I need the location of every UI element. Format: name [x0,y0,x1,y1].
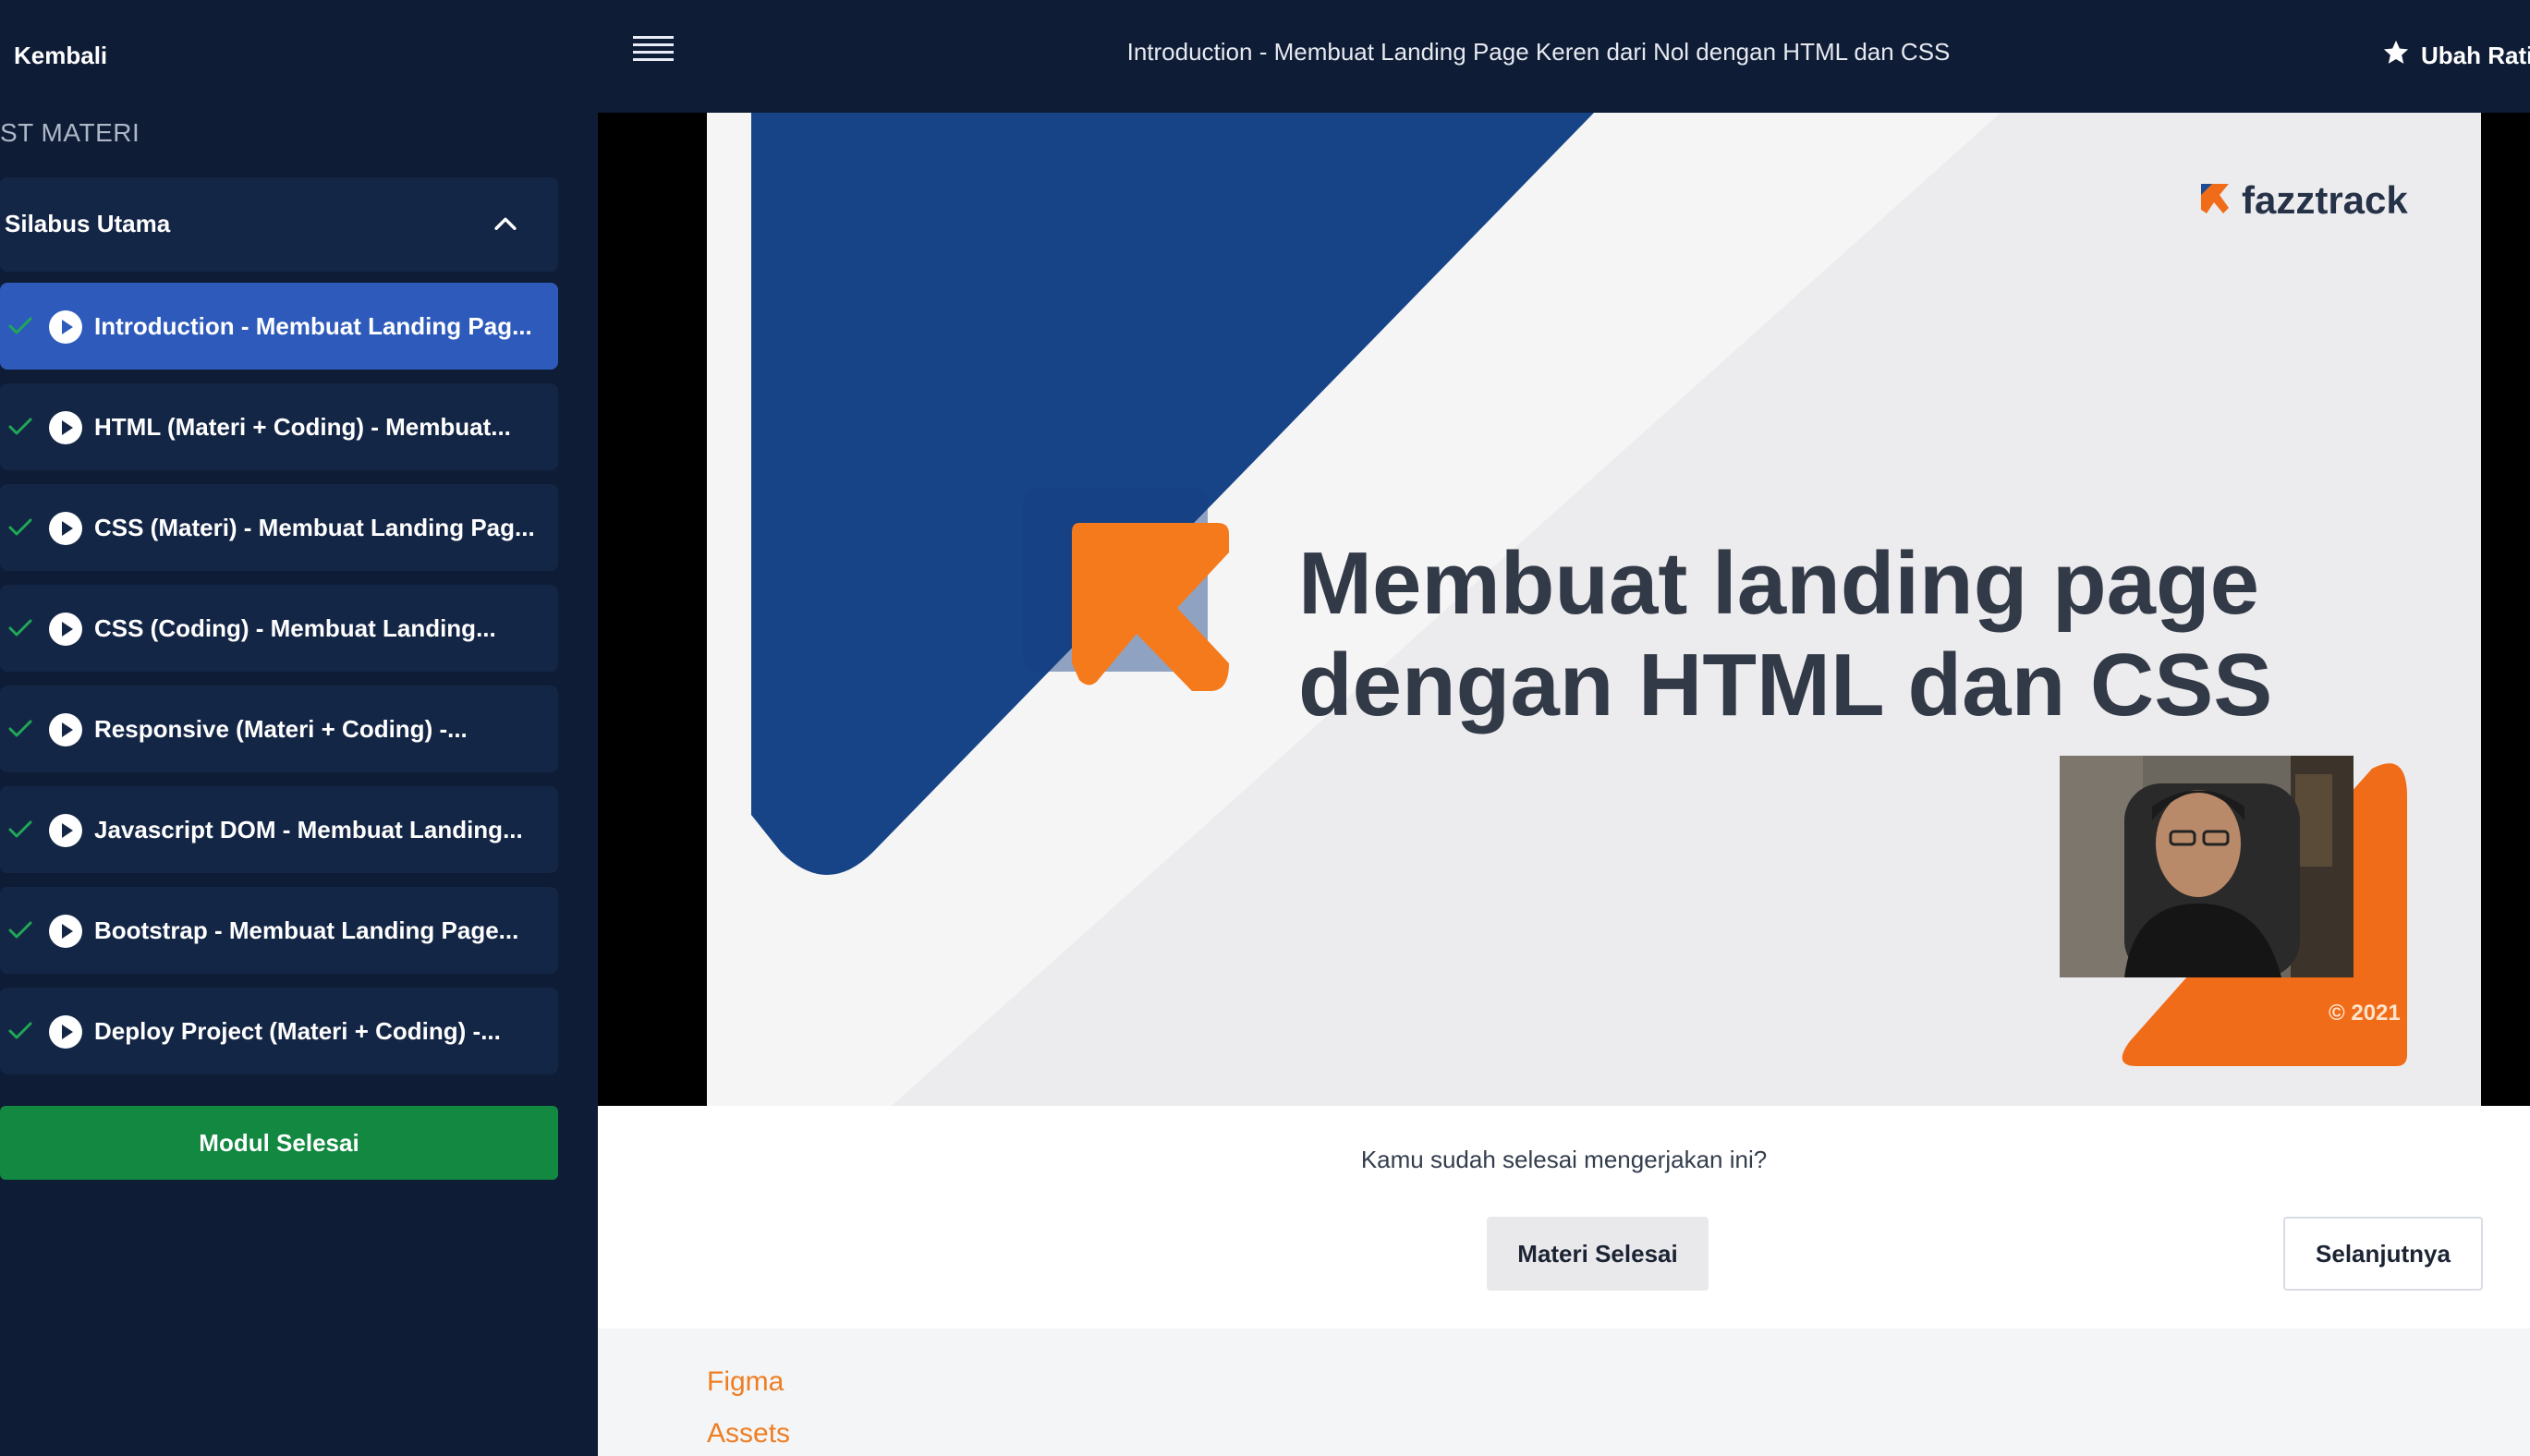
lesson-item[interactable]: HTML (Materi + Coding) - Membuat... [0,383,558,470]
module-complete-button[interactable]: Modul Selesai [0,1106,558,1180]
hamburger-menu-icon[interactable] [633,36,674,69]
check-icon [8,720,32,737]
lesson-item[interactable]: Deploy Project (Materi + Coding) -... [0,988,558,1074]
play-icon [49,512,82,545]
play-icon [49,310,82,344]
change-rating-button[interactable]: Ubah Rati [2382,35,2530,76]
lesson-label: Introduction - Membuat Landing Pag... [94,312,532,340]
slide-heading: Membuat landing page dengan HTML dan CSS [1298,533,2407,736]
top-bar: Kembali Introduction - Membuat Landing P… [0,0,2530,113]
check-icon [8,820,32,838]
lesson-label: Responsive (Materi + Coding) -... [94,715,468,743]
completion-question: Kamu sudah selesai mengerjakan ini? [1360,1146,1768,1173]
lesson-label: HTML (Materi + Coding) - Membuat... [94,413,511,441]
fazztrack-mark-icon [2201,184,2229,213]
lesson-item[interactable]: Introduction - Membuat Landing Pag... [0,283,558,370]
copyright-year: © 2021 [2329,1001,2401,1025]
change-rating-label: Ubah Rati [2421,42,2530,69]
lesson-label: CSS (Materi) - Membuat Landing Pag... [94,514,535,541]
check-icon [8,418,32,435]
fazztrack-logo: fazztrack [2197,177,2408,224]
figma-link[interactable]: Figma [707,1364,784,1401]
lesson-item[interactable]: CSS (Materi) - Membuat Landing Pag... [0,484,558,571]
lesson-label: Bootstrap - Membuat Landing Page... [94,916,519,944]
lesson-label: Deploy Project (Materi + Coding) -... [94,1017,501,1045]
chevron-up-icon[interactable] [490,209,521,240]
play-icon [49,915,82,948]
next-button[interactable]: Selanjutnya [2283,1217,2483,1291]
check-icon [8,619,32,637]
sidebar: ST MATERI Silabus Utama Introduction - M… [0,113,598,1456]
play-icon [49,411,82,444]
lesson-item[interactable]: Responsive (Materi + Coding) -... [0,686,558,772]
syllabus-accordion-header[interactable]: Silabus Utama [0,177,558,272]
play-icon [49,1015,82,1049]
lesson-item[interactable]: Bootstrap - Membuat Landing Page... [0,887,558,974]
resources-section: Figma Assets [598,1329,2530,1456]
syllabus-label: Silabus Utama [5,210,171,237]
slide-heading-line1: Membuat landing page [1298,534,2260,633]
lesson-item[interactable]: Javascript DOM - Membuat Landing... [0,786,558,873]
lesson-label: Javascript DOM - Membuat Landing... [94,816,523,843]
presenter-image [2060,756,2354,977]
video-frame: fazztrack Membuat landing page dengan HT… [707,113,2481,1106]
fazztrack-brand-label: fazztrack [2242,178,2408,222]
assets-link[interactable]: Assets [707,1415,790,1452]
lesson-title: Introduction - Membuat Landing Page Kere… [1126,38,1951,66]
lesson-item[interactable]: CSS (Coding) - Membuat Landing... [0,585,558,672]
play-icon [49,713,82,746]
section-title: ST MATERI [0,118,140,147]
check-icon [8,921,32,939]
mark-complete-button[interactable]: Materi Selesai [1487,1217,1709,1291]
play-icon [49,613,82,646]
check-icon [8,518,32,536]
check-icon [8,317,32,334]
lesson-label: CSS (Coding) - Membuat Landing... [94,614,496,642]
star-icon [2383,40,2409,64]
check-icon [8,1022,32,1039]
completion-panel: Kamu sudah selesai mengerjakan ini? Mate… [598,1106,2530,1329]
back-link[interactable]: Kembali [14,37,107,74]
play-icon [49,814,82,847]
video-player[interactable]: fazztrack Membuat landing page dengan HT… [598,113,2530,1106]
slide-heading-line2: dengan HTML dan CSS [1298,636,2273,734]
fazztrack-arrow-logo [1072,523,1229,691]
presenter-webcam [2060,756,2354,977]
